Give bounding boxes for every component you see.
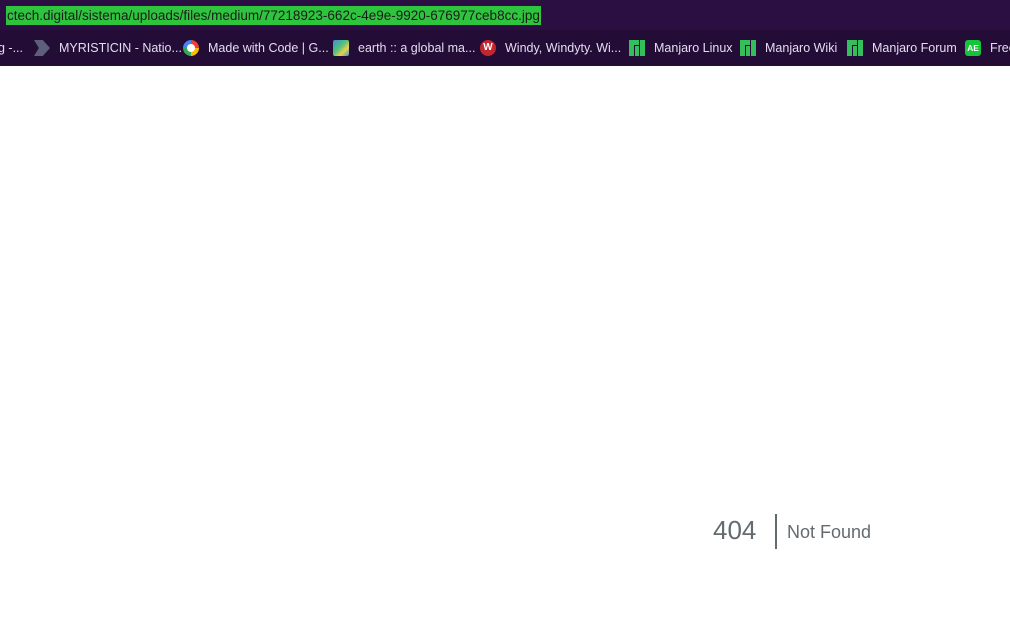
bookmarks-bar: g -... MYRISTICIN - Natio... Made with C…	[0, 30, 1010, 66]
windy-icon: W	[480, 40, 496, 56]
bookmark-label: g -...	[0, 41, 24, 55]
bookmark-item[interactable]: earth :: a global ma...	[333, 38, 475, 58]
bookmark-gray-icon	[34, 40, 50, 56]
bookmark-item[interactable]: Manjaro Linux	[629, 38, 733, 58]
bookmark-item[interactable]: W Windy, Windyty. Wi...	[480, 38, 621, 58]
bookmark-label: MYRISTICIN - Natio...	[59, 41, 182, 55]
address-bar[interactable]: ctech.digital/sistema/uploads/files/medi…	[0, 0, 1010, 30]
bookmark-label: Made with Code | G...	[208, 41, 329, 55]
browser-chrome: ctech.digital/sistema/uploads/files/medi…	[0, 0, 1010, 66]
bookmark-label: Free	[990, 41, 1010, 55]
bookmark-item[interactable]: Manjaro Forum	[847, 38, 957, 58]
bookmark-label: Manjaro Forum	[872, 41, 957, 55]
bookmark-item[interactable]: Manjaro Wiki	[740, 38, 837, 58]
bookmark-label: Manjaro Linux	[654, 41, 733, 55]
google-icon	[183, 40, 199, 56]
error-code: 404	[713, 515, 757, 545]
bookmark-item[interactable]: AE Free	[965, 38, 1010, 58]
ae-icon: AE	[965, 40, 981, 56]
bookmark-label: Windy, Windyty. Wi...	[505, 41, 622, 55]
manjaro-icon	[847, 40, 863, 56]
page-content: 404 Not Found	[0, 66, 1010, 618]
manjaro-icon	[629, 40, 645, 56]
bookmark-item[interactable]: g -...	[0, 38, 23, 58]
divider	[775, 514, 777, 549]
error-message: Not Found	[787, 522, 872, 542]
url-text[interactable]: ctech.digital/sistema/uploads/files/medi…	[6, 6, 541, 25]
earth-icon	[333, 40, 349, 56]
manjaro-icon	[740, 40, 756, 56]
bookmark-item[interactable]: MYRISTICIN - Natio...	[34, 38, 182, 58]
bookmark-label: Manjaro Wiki	[765, 41, 838, 55]
bookmark-label: earth :: a global ma...	[358, 41, 476, 55]
bookmark-item[interactable]: Made with Code | G...	[183, 38, 329, 58]
